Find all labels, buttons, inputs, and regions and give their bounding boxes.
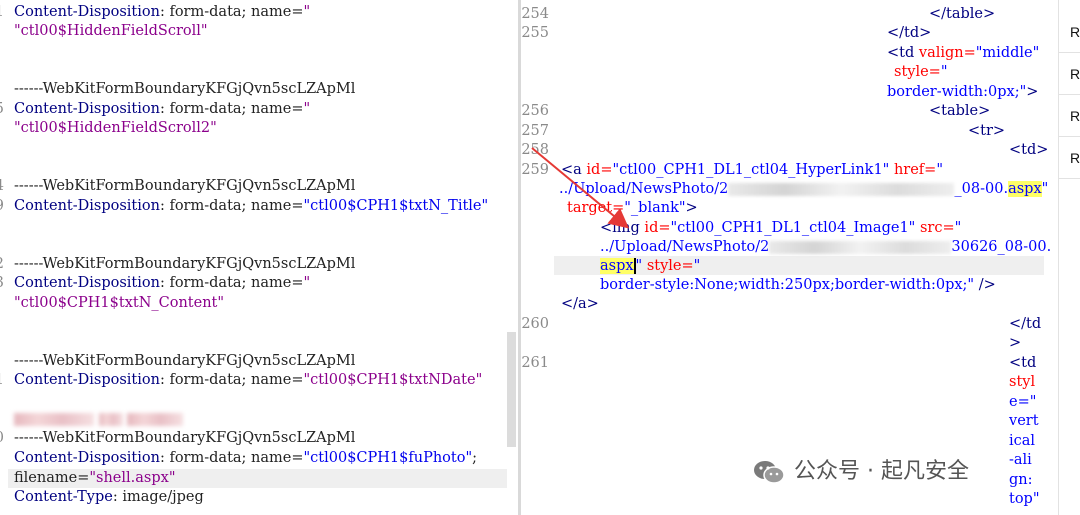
code-line[interactable]: vert xyxy=(1009,412,1039,431)
code-line[interactable]: top" xyxy=(1009,490,1040,509)
code-line[interactable]: ../Upload/NewsPhoto/2 _08-00.aspx" xyxy=(559,180,1048,199)
code-line[interactable]: Content-Disposition: form-data; name=" xyxy=(14,3,310,22)
code-line[interactable]: <td xyxy=(1009,354,1036,373)
boundary-line[interactable]: ------WebKitFormBoundaryKFGjQvn5scLZApMl xyxy=(14,255,355,274)
code-line[interactable]: Content-Disposition: form-data; name="ct… xyxy=(14,449,477,468)
code-line[interactable]: <a id="ctl00_CPH1_DL1_ctl04_HyperLink1" … xyxy=(561,161,943,180)
boundary-line[interactable]: ------WebKitFormBoundaryKFGjQvn5scLZApMl xyxy=(14,429,355,448)
line-number: 3 xyxy=(0,274,4,293)
boundary-line[interactable]: ------WebKitFormBoundaryKFGjQvn5scLZApMl xyxy=(14,80,355,99)
watermark-text: 公众号 · 起凡安全 xyxy=(794,459,969,484)
code-line[interactable]: <tr> xyxy=(968,122,1005,141)
code-line[interactable]: border-style:None;width:250px;border-wid… xyxy=(600,276,996,295)
scrollbar-thumb[interactable] xyxy=(507,332,516,447)
line-number: 0 xyxy=(0,429,4,448)
code-line[interactable]: ../Upload/NewsPhoto/2 30626_08-00. xyxy=(600,238,1051,257)
line-number: 254 xyxy=(521,6,549,22)
line-number: 258 xyxy=(521,142,549,158)
code-line-filename[interactable]: filename="shell.aspx" xyxy=(14,469,176,488)
code-line[interactable]: </td> xyxy=(887,24,931,43)
line-number: 259 xyxy=(521,162,549,178)
side-item[interactable]: R xyxy=(1059,54,1080,95)
side-item[interactable]: R xyxy=(1059,138,1080,179)
code-line[interactable]: <table> xyxy=(929,102,990,121)
code-line[interactable]: "ctl00$HiddenFieldScroll2" xyxy=(14,119,217,138)
code-line[interactable]: <img id="ctl00_CPH1_DL1_ctl04_Image1" sr… xyxy=(600,219,961,238)
code-line[interactable]: <td> xyxy=(1009,141,1048,160)
code-line[interactable]: Content-Disposition: form-data; name="ct… xyxy=(14,371,482,390)
line-number: 1 xyxy=(0,3,4,22)
code-line[interactable]: <td valign="middle" xyxy=(887,44,1039,63)
line-number: 2 xyxy=(0,255,4,274)
side-item[interactable]: R xyxy=(1059,96,1080,137)
code-line[interactable]: </table> xyxy=(929,5,995,24)
line-number: 257 xyxy=(521,123,549,139)
line-number: 4 xyxy=(0,177,4,196)
code-line[interactable]: > xyxy=(1009,334,1021,353)
code-line[interactable]: Content-Disposition: form-data; name=" xyxy=(14,100,310,119)
code-line[interactable]: ical xyxy=(1009,432,1035,451)
line-number: 9 xyxy=(0,197,4,216)
side-panel: R R R R xyxy=(1058,0,1080,515)
code-line[interactable]: "ctl00$HiddenFieldScroll" xyxy=(14,22,208,41)
line-number: 5 xyxy=(0,100,4,119)
line-number: 256 xyxy=(521,103,549,119)
code-line[interactable]: "ctl00$CPH1$txtN_Content" xyxy=(14,294,224,313)
code-line[interactable]: style=" xyxy=(894,63,948,82)
wechat-icon xyxy=(754,461,785,484)
code-line[interactable]: </a> xyxy=(561,295,599,314)
side-item[interactable]: R xyxy=(1059,12,1080,53)
watermark: 公众号 · 起凡安全 xyxy=(752,455,1052,489)
code-line[interactable]: </td xyxy=(1009,315,1041,334)
redacted-line xyxy=(14,410,184,429)
code-line[interactable]: e=" xyxy=(1009,393,1036,412)
response-editor-pane[interactable]: 254 </table> 255 </td> <td valign="middl… xyxy=(521,0,1058,515)
code-line[interactable]: Content-Disposition: form-data; name="ct… xyxy=(14,197,488,216)
code-line[interactable]: Content-Disposition: form-data; name=" xyxy=(14,274,310,293)
code-line[interactable]: Content-Type: image/jpeg xyxy=(14,488,204,507)
code-line[interactable]: styl xyxy=(1009,373,1035,392)
code-line[interactable]: aspx " style=" xyxy=(600,257,700,276)
line-number: 261 xyxy=(521,355,549,371)
line-number: 255 xyxy=(521,25,549,41)
boundary-line[interactable]: ------WebKitFormBoundaryKFGjQvn5scLZApMl xyxy=(14,177,355,196)
code-line[interactable]: border-width:0px;"> xyxy=(887,83,1038,102)
code-line[interactable]: target="_blank"> xyxy=(567,199,698,218)
line-number: 1 xyxy=(0,371,4,390)
request-editor-pane[interactable]: 1 Content-Disposition: form-data; name="… xyxy=(0,0,518,515)
boundary-line[interactable]: ------WebKitFormBoundaryKFGjQvn5scLZApMl xyxy=(14,352,355,371)
line-number: 260 xyxy=(521,316,549,332)
